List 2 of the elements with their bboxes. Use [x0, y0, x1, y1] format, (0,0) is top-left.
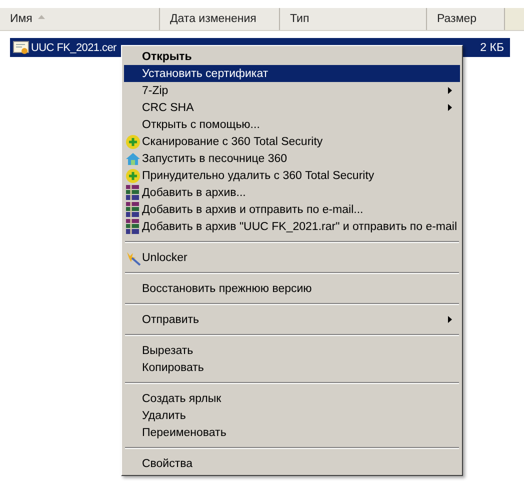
file-size: 2 КБ — [479, 42, 505, 54]
file-name: UUC FK_2021.cer — [31, 42, 116, 54]
